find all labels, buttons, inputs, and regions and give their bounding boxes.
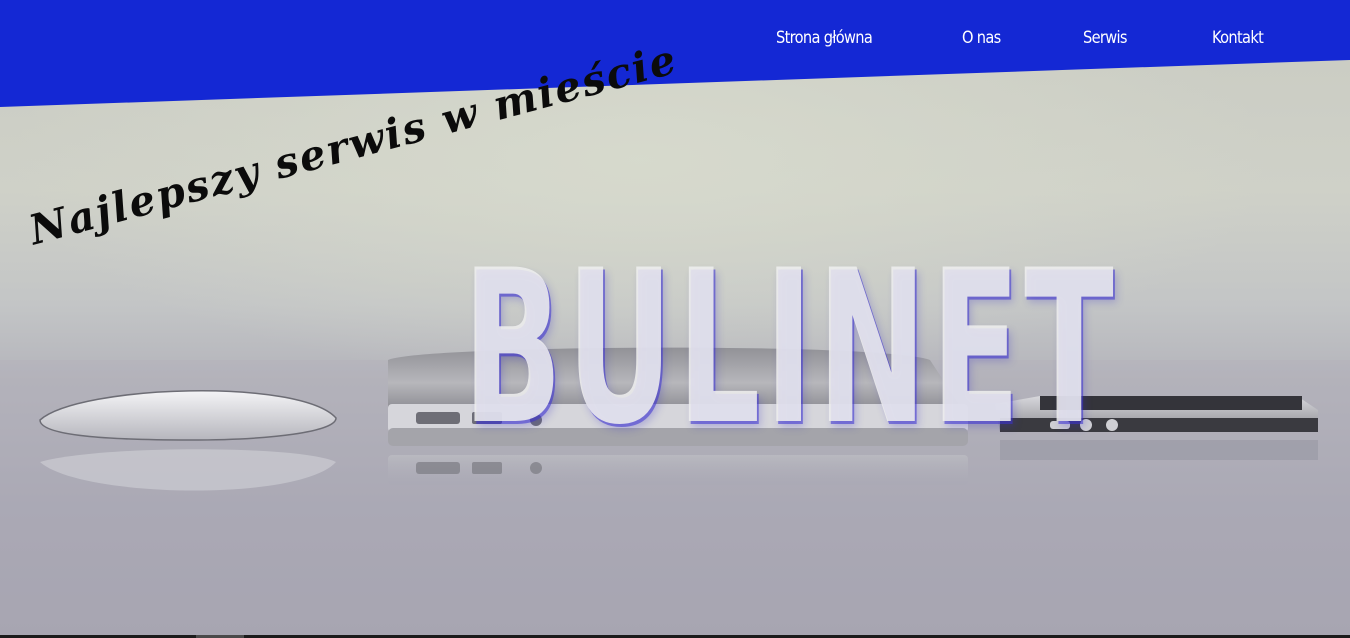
page: Strona główna O nas Serwis Kontakt BULIN…: [0, 0, 1350, 638]
nav-link-service[interactable]: Serwis: [1083, 28, 1127, 48]
nav-link-home[interactable]: Strona główna: [776, 28, 873, 48]
brand-heading: BULINET: [462, 224, 1118, 471]
nav-link-about[interactable]: O nas: [962, 28, 1001, 48]
nav-link-contact[interactable]: Kontakt: [1212, 28, 1264, 48]
